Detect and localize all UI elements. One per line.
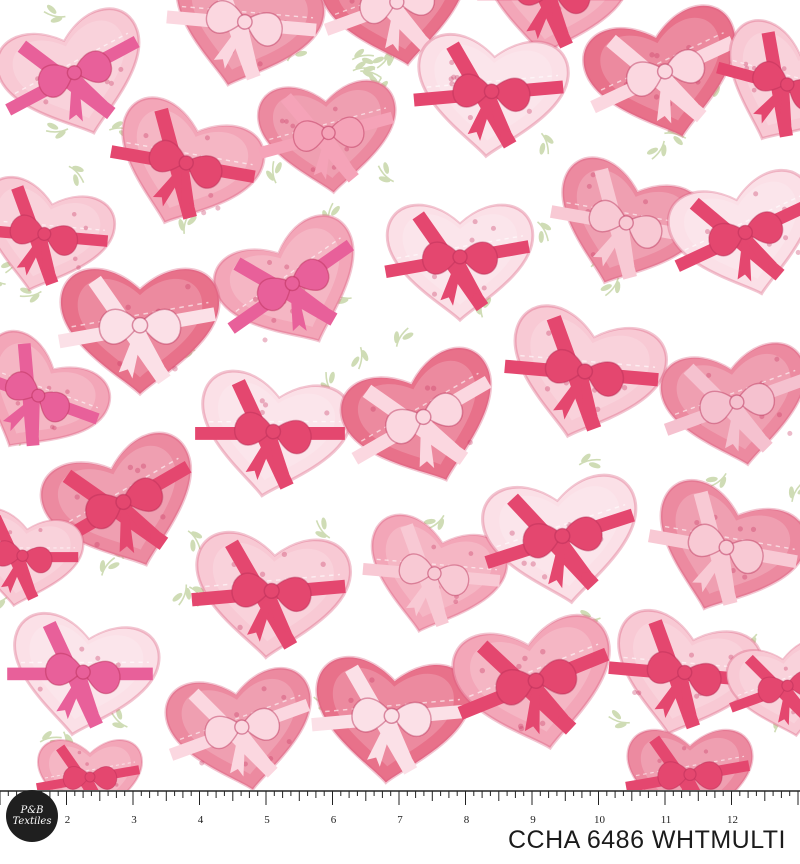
ruler: 2 3 4 5 6 7 8 9 10 11 12 bbox=[0, 790, 800, 827]
ruler-number: 5 bbox=[264, 814, 270, 826]
brand-logo: P&B Textiles bbox=[6, 790, 58, 842]
ruler-number: 10 bbox=[594, 814, 606, 826]
ruler-number: 11 bbox=[661, 814, 672, 826]
logo-line1: P&B bbox=[20, 805, 44, 816]
ruler-number: 9 bbox=[530, 814, 536, 826]
ruler-number: 4 bbox=[198, 814, 204, 826]
ruler-number: 12 bbox=[727, 814, 738, 826]
ruler-number: 6 bbox=[331, 814, 337, 826]
ruler-number: 3 bbox=[131, 814, 137, 826]
ruler-number: 8 bbox=[464, 814, 470, 826]
product-code: CCHA 6486 WHTMULTI bbox=[507, 826, 786, 854]
ruler-number: 7 bbox=[397, 814, 403, 826]
fabric-print bbox=[0, 0, 800, 790]
logo-line2: Textiles bbox=[12, 816, 52, 827]
ruler-number: 2 bbox=[65, 814, 71, 826]
